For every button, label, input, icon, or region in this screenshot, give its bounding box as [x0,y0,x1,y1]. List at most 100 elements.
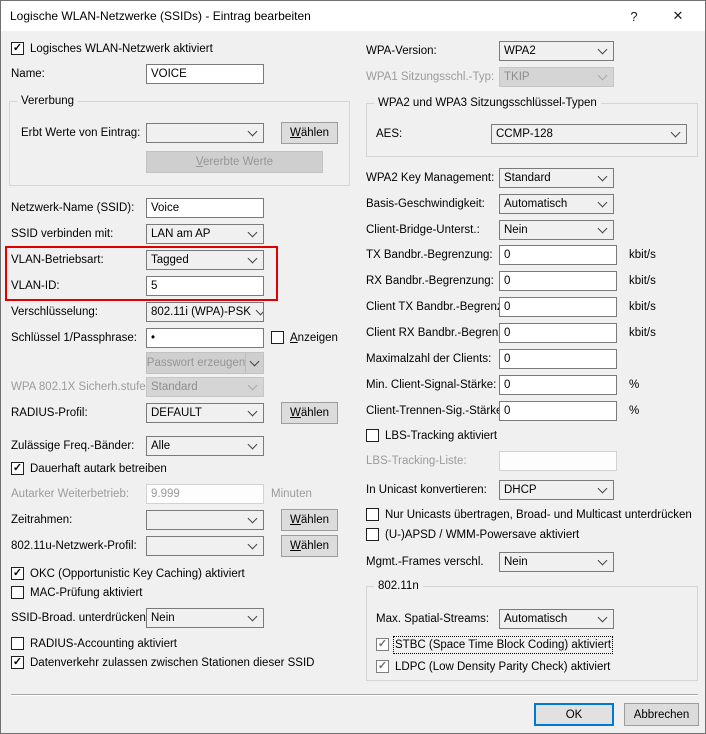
ssid-name-input[interactable]: Voice [146,198,264,218]
chevron-down-icon [247,611,258,621]
disconnect-signal-input[interactable]: 0 [499,401,617,421]
wpa-version-combobox[interactable]: WPA2 [499,41,614,61]
standalone-time-label: Autarker Weiterbetrieb: [11,488,130,500]
radius-profile-combobox[interactable]: DEFAULT [146,403,264,423]
freq-bands-combobox[interactable]: Alle [146,436,264,456]
checkbox-label: LDPC (Low Density Parity Check) aktivier… [395,661,611,673]
disconnect-signal-label: Client-Trennen-Sig.-Stärke: [366,405,506,417]
checkbox-box: ✓ [376,638,389,651]
checkbox-stbc[interactable]: ✓ STBC (Space Time Block Coding) aktivie… [376,636,614,654]
client-tx-limit-unit: kbit/s [629,301,656,313]
checkbox-label: RADIUS-Accounting aktiviert [30,638,177,650]
checkbox-box: ✓ [11,656,24,669]
checkbox-box [271,331,284,344]
checkbox-box: ✓ [11,567,24,580]
button-label: Wählen [290,540,329,552]
checkbox-label: Nur Unicasts übertragen, Broad- und Mult… [385,509,692,521]
checkbox-mac-check[interactable]: MAC-Prüfung aktiviert [11,586,142,600]
mgmt-frames-combobox[interactable]: Nein [499,552,614,572]
combo-value: Standard [151,381,198,393]
chevron-down-icon [255,305,263,315]
inherit-choose-button[interactable]: Wählen [281,122,338,144]
checkbox-label: OKC (Opportunistic Key Caching) aktivier… [30,568,245,580]
max-clients-input[interactable]: 0 [499,349,617,369]
inherit-group-title: Vererbung [17,94,79,108]
lbs-list-input [499,451,617,471]
ssid-name-label: Netzwerk-Name (SSID): [11,202,135,214]
passphrase-input[interactable]: • [146,328,264,348]
chevron-down-icon [247,439,258,449]
close-button[interactable]: ✕ [656,1,700,31]
hotspot-choose-button[interactable]: Wählen [281,535,338,557]
ssid-connect-combobox[interactable]: LAN am AP [146,224,264,244]
wpa8021x-label: WPA 802.1X Sicherh.stufe: [11,381,149,393]
min-signal-unit: % [629,379,640,391]
checkbox-lbs-tracking[interactable]: LBS-Tracking aktiviert [366,429,497,443]
rx-limit-unit: kbit/s [629,275,656,287]
ssid-broadcast-combobox[interactable]: Nein [146,608,264,628]
name-input[interactable]: VOICE [146,64,264,84]
rx-limit-input[interactable]: 0 [499,271,617,291]
checkbox-okc[interactable]: ✓ OKC (Opportunistic Key Caching) aktivi… [11,567,245,581]
checkbox-only-unicast[interactable]: Nur Unicasts übertragen, Broad- und Mult… [366,508,692,522]
checkbox-apsd[interactable]: (U-)APSD / WMM-Powersave aktiviert [366,528,579,542]
client-rx-limit-label: Client RX Bandbr.-Begrenz. [366,327,508,339]
check-mark: ✓ [12,42,23,54]
combo-value: Automatisch [504,613,568,625]
name-label: Name: [11,68,45,80]
chevron-down-icon [597,44,608,54]
close-icon: ✕ [672,8,684,23]
spatial-streams-combobox[interactable]: Automatisch [499,609,614,629]
checkbox-wlan-enabled[interactable]: ✓ Logisches WLAN-Netzwerk aktiviert [11,42,213,56]
checkbox-label: Dauerhaft autark betreiben [30,463,167,475]
timeframe-combobox[interactable] [146,510,264,530]
timeframe-choose-button[interactable]: Wählen [281,509,338,531]
vlan-mode-combobox[interactable]: Tagged [146,250,264,270]
checkbox-show-password[interactable]: Anzeigen [271,331,338,345]
spatial-streams-label: Max. Spatial-Streams: [376,613,490,625]
checkbox-ldpc[interactable]: ✓ LDPC (Low Density Parity Check) aktivi… [376,660,610,674]
timeframe-label: Zeitrahmen: [11,514,73,526]
checkbox-box [11,637,24,650]
help-button[interactable]: ? [612,1,656,31]
unicast-convert-combobox[interactable]: DHCP [499,480,614,500]
tx-limit-label: TX Bandbr.-Begrenzung: [366,249,493,261]
combo-value: Nein [504,224,528,236]
checkbox-standalone[interactable]: ✓ Dauerhaft autark betreiben [11,462,167,476]
basis-rate-combobox[interactable]: Automatisch [499,194,614,214]
keymgmt-combobox[interactable]: Standard [499,168,614,188]
ssid-broadcast-label: SSID-Broad. unterdrücken: [11,612,150,624]
inherit-combobox[interactable] [146,123,264,143]
chevron-down-icon [247,227,258,237]
min-signal-input[interactable]: 0 [499,375,617,395]
button-label: OK [565,708,583,721]
button-label: Vererbte Werte [195,156,274,168]
combo-value: Tagged [151,254,189,266]
vlan-id-input[interactable]: 5 [146,276,264,296]
help-icon: ? [630,8,638,24]
hotspot-profile-combobox[interactable] [146,536,264,556]
encryption-combobox[interactable]: 802.11i (WPA)-PSK [146,302,264,322]
checkbox-box: ✓ [11,462,24,475]
chevron-down-icon [597,612,608,622]
checkbox-label: Datenverkehr zulassen zwischen Stationen… [30,657,315,669]
radius-choose-button[interactable]: Wählen [281,402,338,424]
client-bridge-combobox[interactable]: Nein [499,220,614,240]
client-rx-limit-input[interactable]: 0 [499,323,617,343]
checkbox-label: LBS-Tracking aktiviert [385,430,498,442]
checkbox-radius-accounting[interactable]: RADIUS-Accounting aktiviert [11,637,177,651]
aes-combobox[interactable]: CCMP-128 [491,124,687,144]
disconnect-signal-unit: % [629,405,640,417]
checkbox-intra-ssid-traffic[interactable]: ✓ Datenverkehr zulassen zwischen Station… [11,656,314,670]
ok-button[interactable]: OK [534,703,614,726]
chevron-down-icon [249,356,260,366]
cancel-button[interactable]: Abbrechen [624,703,699,726]
checkbox-label: Logisches WLAN-Netzwerk aktiviert [30,43,213,55]
client-tx-limit-input[interactable]: 0 [499,297,617,317]
wlan-ssid-edit-dialog: Logische WLAN-Netzwerke (SSIDs) - Eintra… [0,0,706,734]
split-arrow [245,353,263,373]
check-mark: ✓ [12,462,23,474]
checkbox-box [366,528,379,541]
chevron-down-icon [247,513,258,523]
tx-limit-input[interactable]: 0 [499,245,617,265]
